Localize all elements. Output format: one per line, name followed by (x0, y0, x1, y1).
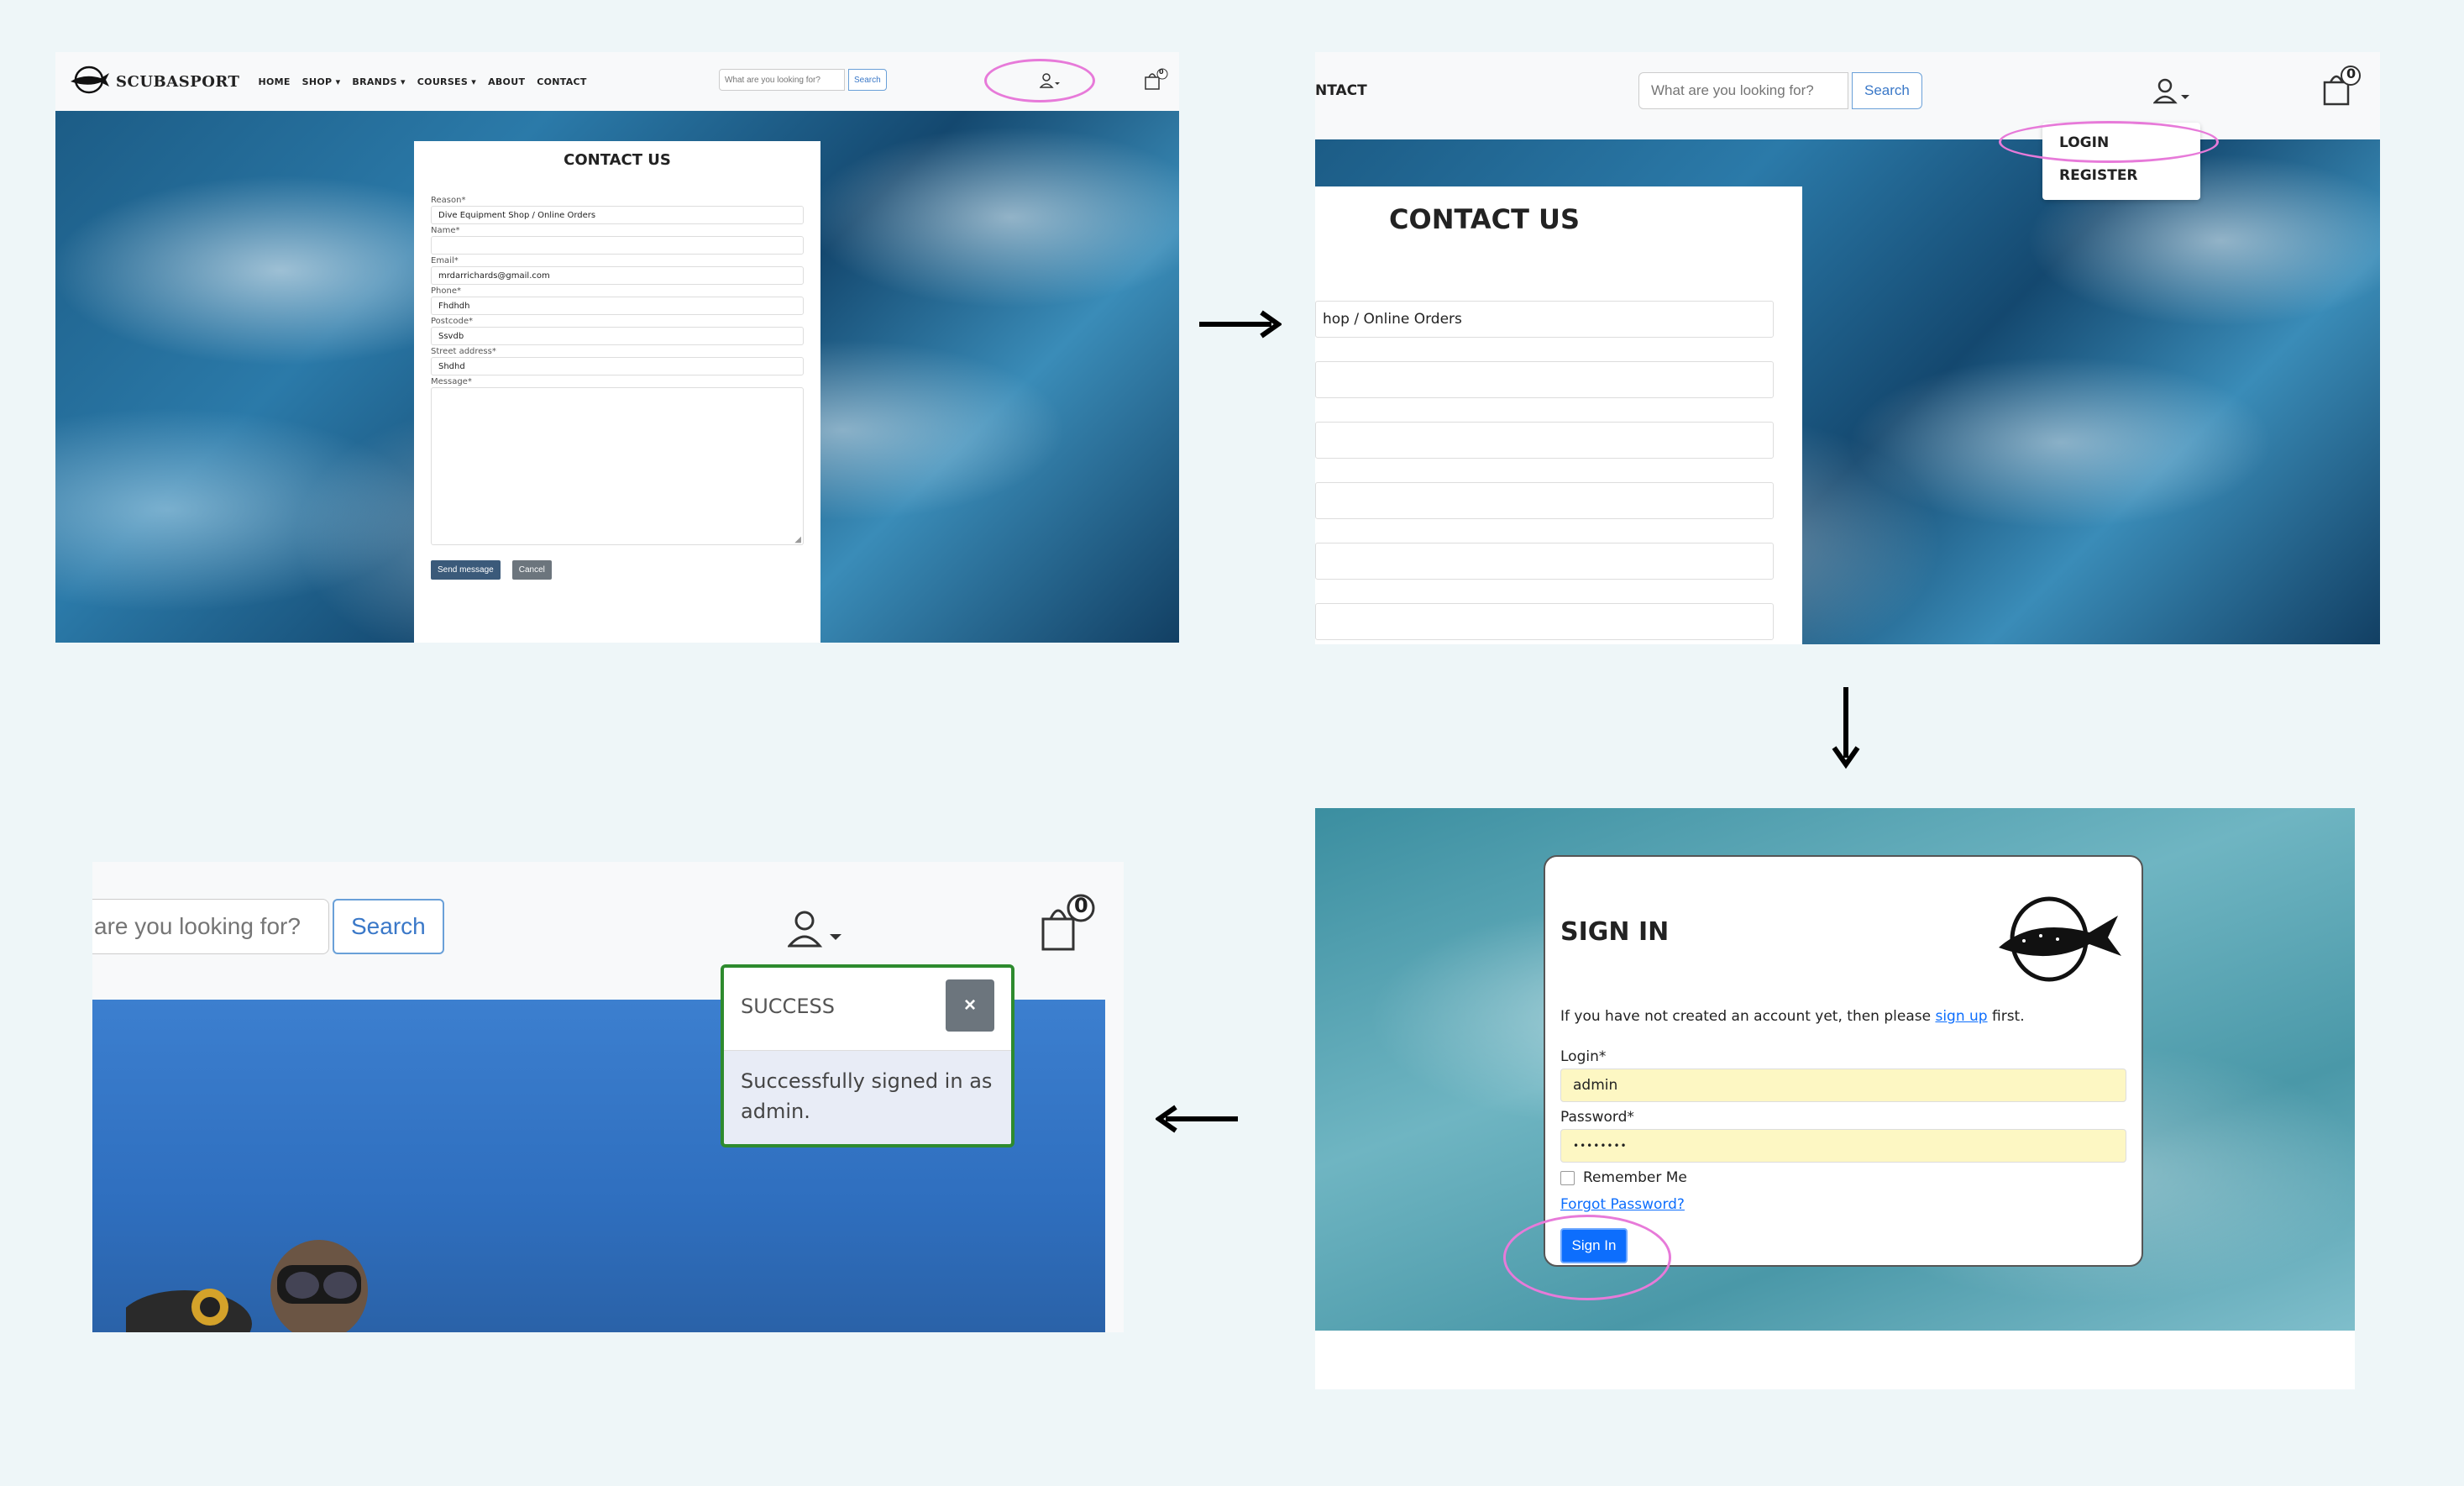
nav-brands[interactable]: BRANDS ▾ (352, 76, 405, 87)
field-label: Name* (431, 226, 460, 235)
sign-in-intro: If you have not created an account yet, … (1560, 1008, 2025, 1025)
success-toast: SUCCESS × Successfully signed in as admi… (721, 964, 1014, 1147)
name-field[interactable] (1315, 361, 1774, 398)
search-button[interactable]: Search (848, 69, 887, 91)
field-label: Street address* (431, 347, 496, 356)
reason-field[interactable]: hop / Online Orders (1315, 301, 1774, 338)
resize-handle-icon[interactable]: ◢ (794, 535, 801, 544)
field-label: Postcode* (431, 317, 474, 326)
nav-contact[interactable]: CONTACT (537, 76, 586, 87)
password-input[interactable]: •••••••• (1560, 1129, 2126, 1163)
cart-count: 0 (1159, 68, 1164, 76)
cart-icon[interactable]: 0 (2321, 64, 2362, 113)
search-button[interactable]: Search (1852, 72, 1922, 109)
navbar: NTACT Search 0 (1315, 52, 2380, 139)
contact-form-card: CONTACT US hop / Online Orders (1315, 186, 1802, 644)
cart-icon[interactable]: 0 (1144, 67, 1169, 96)
search-input[interactable] (92, 899, 329, 954)
field-label: Reason* (431, 196, 466, 205)
shark-logo-icon (66, 65, 113, 98)
toast-header: SUCCESS × (724, 968, 1011, 1051)
user-account-icon[interactable] (786, 909, 850, 954)
nav-shop[interactable]: SHOP ▾ (302, 76, 341, 87)
postcode-field[interactable] (1315, 543, 1774, 580)
nav-brands-label: BRANDS (352, 76, 397, 87)
cancel-button[interactable]: Cancel (511, 560, 552, 580)
nav-courses[interactable]: COURSES ▾ (417, 76, 476, 87)
sign-in-card: SIGN IN If you have not created an accou… (1544, 855, 2143, 1267)
nav-shop-label: SHOP (301, 76, 333, 87)
annotation-circle (984, 59, 1095, 102)
message-textarea[interactable]: ◢ (431, 387, 804, 545)
sign-in-title: SIGN IN (1560, 917, 1670, 947)
screenshot-sign-in-success: Search 0 SUCCESS × Successfully signed i… (92, 862, 1124, 1332)
form-title: CONTACT US (1389, 203, 1581, 235)
menu-item-register[interactable]: REGISTER (2059, 167, 2138, 184)
search-form: Search (92, 899, 444, 954)
send-message-button[interactable]: Send message (431, 560, 501, 580)
remember-label: Remember Me (1583, 1169, 1687, 1186)
cart-icon[interactable]: 0 (1035, 887, 1102, 966)
nav-contact-partial[interactable]: NTACT (1315, 82, 1367, 99)
screenshot-account-dropdown: NTACT Search 0 CONTACT US hop / Online O… (1315, 52, 2380, 644)
form-field[interactable] (431, 236, 804, 255)
diver-image (118, 1223, 378, 1332)
main-nav: HOME SHOP ▾ BRANDS ▾ COURSES ▾ ABOUT CON… (258, 76, 598, 87)
sign-up-link[interactable]: sign up (1935, 1008, 1987, 1025)
user-account-icon[interactable] (2152, 77, 2195, 111)
annotation-circle (1503, 1215, 1671, 1300)
search-form: Search (1638, 72, 1922, 109)
form-field[interactable]: Dive Equipment Shop / Online Orders (431, 206, 804, 224)
password-label: Password* (1560, 1109, 1634, 1126)
search-input[interactable] (1638, 72, 1848, 109)
intro-text-end: first. (1987, 1008, 2025, 1025)
message-label: Message* (431, 377, 472, 386)
brand-logo[interactable]: SCUBASPORT (66, 65, 239, 98)
arrow-down-icon (1829, 685, 1863, 773)
search-input[interactable] (719, 69, 845, 91)
forgot-password-link[interactable]: Forgot Password? (1560, 1196, 1685, 1213)
contact-form-card: CONTACT US Reason* Dive Equipment Shop / … (414, 141, 820, 643)
search-form: Search (719, 69, 887, 91)
arrow-right-icon (1198, 307, 1283, 344)
cart-count: 0 (1074, 894, 1088, 917)
email-field[interactable] (1315, 422, 1774, 459)
annotation-circle (1999, 121, 2219, 163)
shark-logo-icon (1990, 889, 2125, 993)
form-field[interactable]: Fhdhdh (431, 297, 804, 315)
toast-message: Successfully signed in as admin. (741, 1069, 993, 1123)
search-button[interactable]: Search (333, 899, 444, 954)
remember-me: Remember Me (1560, 1169, 1687, 1186)
nav-about[interactable]: ABOUT (488, 76, 525, 87)
form-fields: Reason* Dive Equipment Shop / Online Orde… (431, 196, 804, 375)
toast-close-button[interactable]: × (946, 979, 994, 1032)
nav-courses-label: COURSES (417, 76, 469, 87)
toast-title: SUCCESS (741, 995, 835, 1018)
caret-down-icon: ▾ (335, 76, 341, 87)
phone-field[interactable] (1315, 482, 1774, 519)
form-field[interactable]: mrdarrichards@gmail.com (431, 266, 804, 285)
remember-checkbox[interactable] (1560, 1170, 1575, 1185)
arrow-left-icon (1154, 1102, 1240, 1139)
login-label: Login* (1560, 1048, 1607, 1065)
form-field[interactable]: Ssvdb (431, 327, 804, 345)
intro-text: If you have not created an account yet, … (1560, 1008, 1936, 1025)
field-label: Email* (431, 256, 459, 265)
login-input[interactable]: admin (1560, 1069, 2126, 1102)
caret-down-icon: ▾ (400, 76, 406, 87)
address-field[interactable] (1315, 603, 1774, 640)
form-title: CONTACT US (564, 151, 671, 169)
caret-down-icon: ▾ (471, 76, 477, 87)
form-field[interactable]: Shdhd (431, 357, 804, 375)
screenshot-contact-form: SCUBASPORT HOME SHOP ▾ BRANDS ▾ COURSES … (55, 52, 1179, 643)
cart-count: 0 (2346, 66, 2357, 81)
field-label: Phone* (431, 286, 461, 296)
screenshot-sign-in: SIGN IN If you have not created an accou… (1315, 808, 2355, 1389)
nav-home[interactable]: HOME (258, 76, 290, 87)
form-actions: Send message Cancel (431, 560, 804, 580)
brand-name: SCUBASPORT (116, 72, 240, 91)
